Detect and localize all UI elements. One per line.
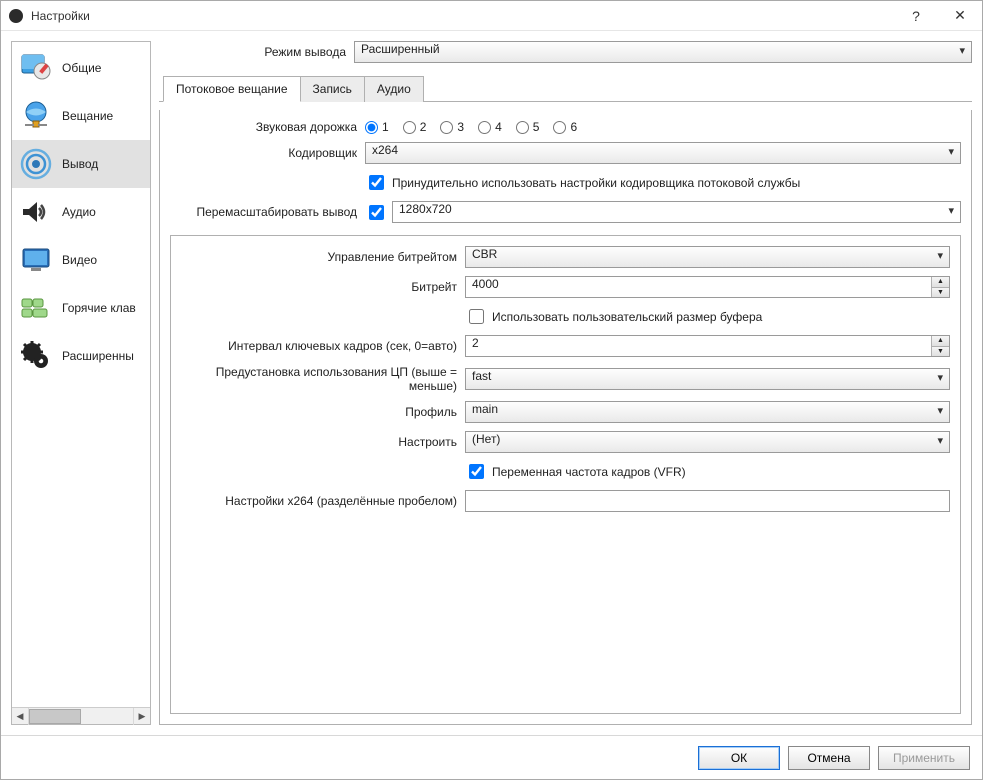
rate-control-select[interactable]: CBR [465, 246, 950, 268]
sidebar-item-label: Видео [62, 253, 97, 267]
audio-track-6[interactable]: 6 [553, 120, 577, 134]
keyint-label: Интервал ключевых кадров (сек, 0=авто) [175, 339, 465, 353]
preset-value: fast [472, 369, 491, 383]
sidebar-item-hotkeys[interactable]: Горячие клав [12, 284, 150, 332]
tab-streaming[interactable]: Потоковое вещание [163, 76, 301, 102]
spin-down-icon[interactable]: ▼ [932, 288, 949, 298]
apply-button[interactable]: Применить [878, 746, 970, 770]
tabs: Потоковое вещание Запись Аудио [159, 75, 972, 102]
enforce-label: Принудительно использовать настройки код… [392, 176, 800, 190]
help-button[interactable]: ? [894, 1, 938, 31]
audio-track-2[interactable]: 2 [403, 120, 427, 134]
encoder-value: x264 [372, 143, 398, 157]
audio-track-1[interactable]: 1 [365, 120, 389, 134]
x264opts-label: Настройки х264 (разделённые пробелом) [175, 494, 465, 508]
rescale-value: 1280x720 [399, 202, 452, 216]
sidebar-item-stream[interactable]: Вещание [12, 92, 150, 140]
scroll-thumb[interactable] [29, 709, 81, 724]
tab-audio[interactable]: Аудио [364, 76, 424, 102]
general-icon [18, 50, 54, 86]
audio-track-3[interactable]: 3 [440, 120, 464, 134]
custom-buffer-checkbox[interactable] [469, 309, 484, 324]
sidebar-item-label: Вещание [62, 109, 113, 123]
output-mode-label: Режим вывода [159, 45, 354, 59]
sidebar-item-output[interactable]: Вывод [12, 140, 150, 188]
encoder-panel: Управление битрейтом CBR Битрейт 4000 ▲▼ [170, 235, 961, 714]
advanced-icon [18, 338, 54, 374]
audio-track-group: 1 2 3 4 5 6 [365, 120, 577, 134]
sidebar-scrollbar[interactable]: ◀ ▶ [12, 707, 150, 724]
output-mode-value: Расширенный [361, 42, 440, 56]
rescale-label: Перемасштабировать вывод [170, 205, 365, 219]
bitrate-label: Битрейт [175, 280, 465, 294]
window-title: Настройки [31, 9, 894, 23]
bitrate-input[interactable]: 4000 ▲▼ [465, 276, 950, 298]
audio-track-4[interactable]: 4 [478, 120, 502, 134]
tune-label: Настроить [175, 435, 465, 449]
rate-control-label: Управление битрейтом [175, 250, 465, 264]
hotkeys-icon [18, 290, 54, 326]
bitrate-value: 4000 [472, 277, 499, 291]
streaming-panel: Звуковая дорожка 1 2 3 4 5 6 Кодировщик … [159, 110, 972, 725]
scroll-right-icon[interactable]: ▶ [133, 708, 150, 725]
custom-buffer-label: Использовать пользовательский размер буф… [492, 310, 762, 324]
x264opts-input[interactable] [465, 490, 950, 512]
keyint-value: 2 [472, 336, 479, 350]
tune-value: (Нет) [472, 432, 500, 446]
titlebar: Настройки ? ✕ [1, 1, 982, 31]
sidebar-item-label: Аудио [62, 205, 96, 219]
ok-button[interactable]: ОК [698, 746, 780, 770]
stream-icon [18, 98, 54, 134]
profile-select[interactable]: main [465, 401, 950, 423]
sidebar-item-general[interactable]: Общие [12, 44, 150, 92]
vfr-checkbox[interactable] [469, 464, 484, 479]
sidebar-item-label: Общие [62, 61, 101, 75]
preset-select[interactable]: fast [465, 368, 950, 390]
spin-down-icon[interactable]: ▼ [932, 347, 949, 357]
close-button[interactable]: ✕ [938, 1, 982, 31]
sidebar-item-audio[interactable]: Аудио [12, 188, 150, 236]
encoder-select[interactable]: x264 [365, 142, 961, 164]
enforce-checkbox[interactable] [369, 175, 384, 190]
sidebar-item-video[interactable]: Видео [12, 236, 150, 284]
sidebar-item-label: Горячие клав [62, 301, 136, 315]
preset-label: Предустановка использования ЦП (выше = м… [175, 365, 465, 393]
video-icon [18, 242, 54, 278]
sidebar-item-advanced[interactable]: Расширенны [12, 332, 150, 380]
encoder-label: Кодировщик [170, 146, 365, 160]
sidebar: Общие Вещание Вывод [11, 41, 151, 725]
tab-recording[interactable]: Запись [300, 76, 365, 102]
vfr-label: Переменная частота кадров (VFR) [492, 465, 686, 479]
rate-control-value: CBR [472, 247, 497, 261]
audio-track-label: Звуковая дорожка [170, 120, 365, 134]
spin-up-icon[interactable]: ▲ [932, 277, 949, 288]
rescale-select[interactable]: 1280x720 [392, 201, 961, 223]
audio-track-5[interactable]: 5 [516, 120, 540, 134]
rescale-checkbox[interactable] [369, 205, 384, 220]
scroll-left-icon[interactable]: ◀ [12, 708, 29, 725]
profile-value: main [472, 402, 498, 416]
audio-icon [18, 194, 54, 230]
sidebar-item-label: Вывод [62, 157, 98, 171]
tune-select[interactable]: (Нет) [465, 431, 950, 453]
footer: ОК Отмена Применить [1, 735, 982, 779]
cancel-button[interactable]: Отмена [788, 746, 870, 770]
output-mode-select[interactable]: Расширенный [354, 41, 972, 63]
app-icon [9, 9, 23, 23]
profile-label: Профиль [175, 405, 465, 419]
keyint-input[interactable]: 2 ▲▼ [465, 335, 950, 357]
sidebar-item-label: Расширенны [62, 349, 134, 363]
spin-up-icon[interactable]: ▲ [932, 336, 949, 347]
output-icon [18, 146, 54, 182]
